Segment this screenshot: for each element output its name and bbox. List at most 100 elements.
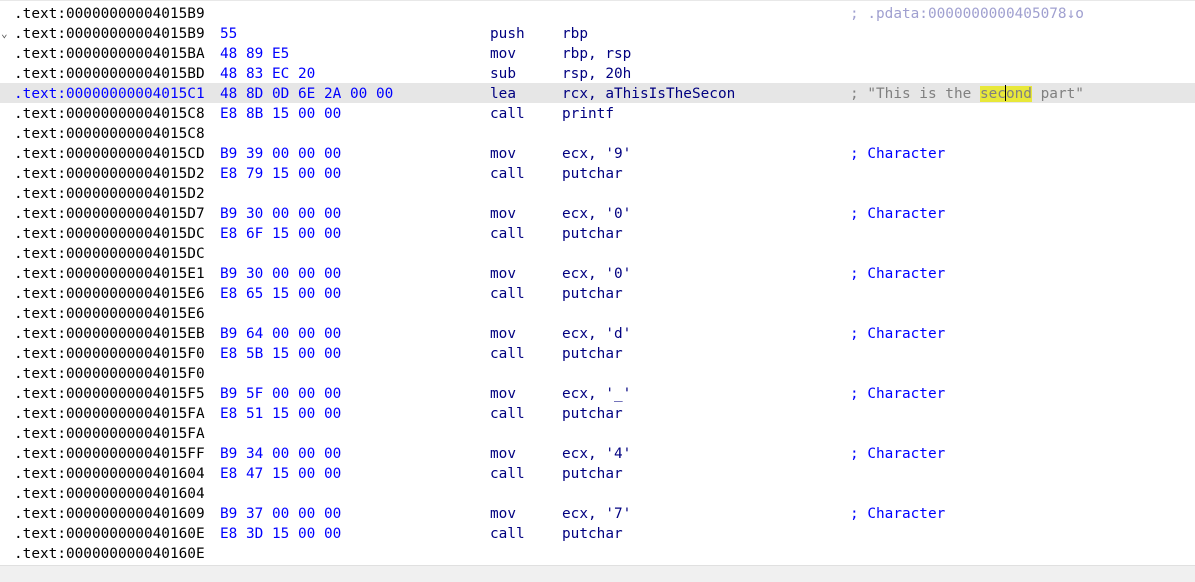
- opcode-bytes: 55: [220, 26, 238, 42]
- disasm-line[interactable]: .text:0000000000401609 B9 37 00 00 00 mov e…: [0, 503, 1195, 523]
- opcode-bytes: E8 51 15 00 00: [220, 406, 342, 422]
- disasm-line[interactable]: .text:00000000004015F0: [0, 363, 1195, 383]
- address-label: .text:00000000004015FA: [14, 406, 205, 422]
- address-label: .text:00000000004015DC: [14, 226, 205, 242]
- mnemonic: call: [490, 406, 525, 422]
- address-label: .text:00000000004015F5: [14, 386, 205, 402]
- mnemonic: call: [490, 286, 525, 302]
- disasm-line[interactable]: .text:00000000004015E6 E8 65 15 00 00 call…: [0, 283, 1195, 303]
- disasm-line[interactable]: .text:00000000004015C8 E8 8B 15 00 00 call…: [0, 103, 1195, 123]
- disasm-line[interactable]: .text:00000000004015C1 48 8D 0D 6E 2A 00 …: [0, 83, 1195, 103]
- operands: ecx, '4': [562, 446, 632, 462]
- address-label: .text:0000000000401609: [14, 506, 205, 522]
- operands: printf: [562, 106, 614, 122]
- disasm-line[interactable]: .text:00000000004015E6: [0, 303, 1195, 323]
- address-label: .text:00000000004015CD: [14, 146, 205, 162]
- opcode-bytes: 48 83 EC 20: [220, 66, 316, 82]
- operands: putchar: [562, 346, 623, 362]
- disasm-line[interactable]: ⌄ .text:00000000004015B9 55 push rbp: [0, 23, 1195, 43]
- mnemonic: lea: [490, 86, 516, 102]
- mnemonic: mov: [490, 46, 516, 62]
- disasm-line[interactable]: .text:00000000004015FA: [0, 423, 1195, 443]
- disassembly-view[interactable]: .text:00000000004015B9 ; .pdata:000000000…: [0, 0, 1195, 582]
- address-label: .text:00000000004015BD: [14, 66, 205, 82]
- comment: ; Character: [850, 266, 946, 282]
- disasm-line[interactable]: .text:00000000004015C8: [0, 123, 1195, 143]
- operands: rcx, aThisIsTheSecon: [562, 86, 736, 102]
- disasm-line[interactable]: .text:00000000004015F0 E8 5B 15 00 00 call…: [0, 343, 1195, 363]
- operands: ecx, '0': [562, 206, 632, 222]
- operands: putchar: [562, 286, 623, 302]
- address-label: .text:0000000000401604: [14, 466, 205, 482]
- opcode-bytes: E8 65 15 00 00: [220, 286, 342, 302]
- mnemonic: mov: [490, 506, 516, 522]
- address-label: .text:000000000040160E: [14, 526, 205, 542]
- disasm-line[interactable]: .text:00000000004015D7 B9 30 00 00 00 mov e…: [0, 203, 1195, 223]
- comment: ; Character: [850, 146, 946, 162]
- operands: ecx, 'd': [562, 326, 632, 342]
- address-label: .text:00000000004015E6: [14, 306, 205, 322]
- disasm-line[interactable]: .text:00000000004015D2: [0, 183, 1195, 203]
- top-border: [0, 0, 1195, 1]
- mnemonic: call: [490, 226, 525, 242]
- disasm-line[interactable]: .text:00000000004015E1 B9 30 00 00 00 mov e…: [0, 263, 1195, 283]
- operands: putchar: [562, 526, 623, 542]
- opcode-bytes: E8 5B 15 00 00: [220, 346, 342, 362]
- disasm-line[interactable]: .text:00000000004015B9 ; .pdata:000000000…: [0, 3, 1195, 23]
- address-label: .text:00000000004015FF: [14, 446, 205, 462]
- disasm-line[interactable]: .text:00000000004015FF B9 34 00 00 00 mov e…: [0, 443, 1195, 463]
- address-label: .text:00000000004015D2: [14, 166, 205, 182]
- mnemonic: mov: [490, 386, 516, 402]
- operands: putchar: [562, 466, 623, 482]
- operands: ecx, '9': [562, 146, 632, 162]
- mnemonic: sub: [490, 66, 516, 82]
- opcode-bytes: E8 8B 15 00 00: [220, 106, 342, 122]
- search-highlight: second: [979, 85, 1032, 102]
- address-label: .text:00000000004015C8: [14, 126, 205, 142]
- disasm-line[interactable]: .text:00000000004015F5 B9 5F 00 00 00 mov e…: [0, 383, 1195, 403]
- opcode-bytes: B9 64 00 00 00: [220, 326, 342, 342]
- address-label: .text:00000000004015E1: [14, 266, 205, 282]
- operands: ecx, '7': [562, 506, 632, 522]
- disasm-line[interactable]: .text:00000000004015BD 48 83 EC 20 sub rsp,…: [0, 63, 1195, 83]
- mnemonic: mov: [490, 326, 516, 342]
- address-label: .text:00000000004015D2: [14, 186, 205, 202]
- mnemonic: call: [490, 166, 525, 182]
- address-label: .text:00000000004015FA: [14, 426, 205, 442]
- address-label: .text:00000000004015B9: [14, 6, 205, 22]
- disasm-line[interactable]: .text:00000000004015CD B9 39 00 00 00 mov e…: [0, 143, 1195, 163]
- disasm-line[interactable]: .text:000000000040160E: [0, 543, 1195, 563]
- mnemonic: mov: [490, 206, 516, 222]
- fold-chevron-icon[interactable]: ⌄: [1, 24, 8, 44]
- disasm-line[interactable]: .text:00000000004015D2 E8 79 15 00 00 call…: [0, 163, 1195, 183]
- operands: putchar: [562, 166, 623, 182]
- address-label: .text:00000000004015E6: [14, 286, 205, 302]
- comment: ; Character: [850, 326, 946, 342]
- mnemonic: mov: [490, 266, 516, 282]
- mnemonic: mov: [490, 446, 516, 462]
- disasm-line[interactable]: .text:0000000000401604 E8 47 15 00 00 call…: [0, 463, 1195, 483]
- disasm-line[interactable]: .text:000000000040160E E8 3D 15 00 00 call…: [0, 523, 1195, 543]
- disasm-line[interactable]: .text:00000000004015FA E8 51 15 00 00 call…: [0, 403, 1195, 423]
- opcode-bytes: B9 30 00 00 00: [220, 206, 342, 222]
- operands: ecx, '0': [562, 266, 632, 282]
- mnemonic: call: [490, 346, 525, 362]
- opcode-bytes: B9 39 00 00 00: [220, 146, 342, 162]
- mnemonic: mov: [490, 146, 516, 162]
- operands: ecx, '_': [562, 386, 632, 402]
- operands: putchar: [562, 226, 623, 242]
- address-label: .text:00000000004015D7: [14, 206, 205, 222]
- disasm-line[interactable]: .text:00000000004015DC E8 6F 15 00 00 call…: [0, 223, 1195, 243]
- mnemonic: call: [490, 106, 525, 122]
- address-label: .text:00000000004015F0: [14, 346, 205, 362]
- comment: ; Character: [850, 206, 946, 222]
- address-label: .text:000000000040160E: [14, 546, 205, 562]
- address-label: .text:0000000000401604: [14, 486, 205, 502]
- address-label: .text:00000000004015C1: [14, 86, 205, 102]
- disasm-line[interactable]: .text:00000000004015BA 48 89 E5 mov rbp, rs…: [0, 43, 1195, 63]
- disasm-line[interactable]: .text:00000000004015DC: [0, 243, 1195, 263]
- opcode-bytes: B9 30 00 00 00: [220, 266, 342, 282]
- horizontal-scrollbar[interactable]: [0, 565, 1195, 582]
- disasm-line[interactable]: .text:00000000004015EB B9 64 00 00 00 mov e…: [0, 323, 1195, 343]
- disasm-line[interactable]: .text:0000000000401604: [0, 483, 1195, 503]
